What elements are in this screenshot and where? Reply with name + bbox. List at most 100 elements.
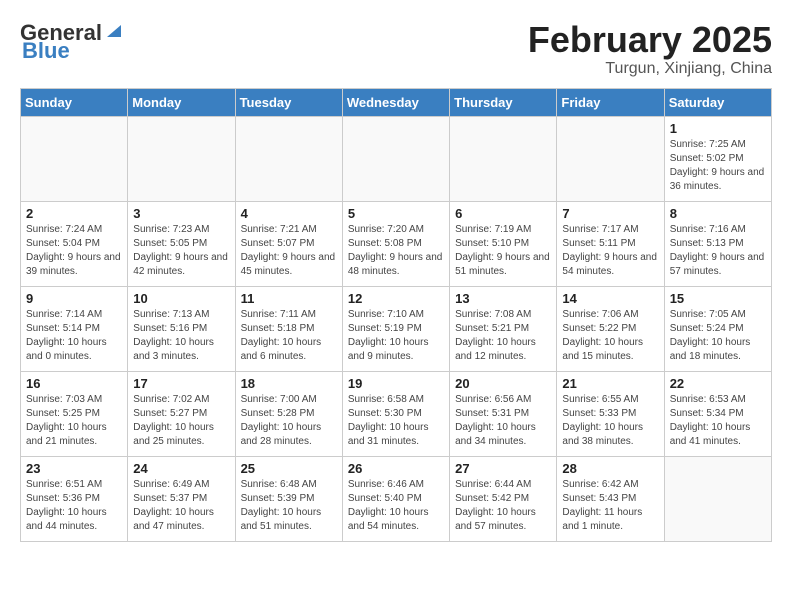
day-info: Sunrise: 6:58 AM Sunset: 5:30 PM Dayligh… [348, 393, 444, 449]
day-number: 3 [133, 206, 229, 221]
calendar-cell: 2 Sunrise: 7:24 AM Sunset: 5:04 PM Daylig… [21, 201, 128, 286]
day-number: 18 [241, 376, 337, 391]
calendar-cell [664, 456, 771, 541]
day-info: Sunrise: 6:56 AM Sunset: 5:31 PM Dayligh… [455, 393, 551, 449]
day-info: Sunrise: 7:25 AM Sunset: 5:02 PM Dayligh… [670, 138, 766, 194]
day-info: Sunrise: 6:42 AM Sunset: 5:43 PM Dayligh… [562, 478, 658, 534]
day-info: Sunrise: 7:10 AM Sunset: 5:19 PM Dayligh… [348, 308, 444, 364]
day-info: Sunrise: 7:23 AM Sunset: 5:05 PM Dayligh… [133, 223, 229, 279]
calendar-cell: 9Sunrise: 7:14 AM Sunset: 5:14 PM Daylig… [21, 286, 128, 371]
day-number: 1 [670, 121, 766, 136]
day-info: Sunrise: 7:21 AM Sunset: 5:07 PM Dayligh… [241, 223, 337, 279]
page-header: General Blue February 2025 Turgun, Xinji… [20, 20, 772, 78]
calendar-cell: 27 Sunrise: 6:44 AM Sunset: 5:42 PM Dayli… [450, 456, 557, 541]
calendar-week-4: 23 Sunrise: 6:51 AM Sunset: 5:36 PM Dayli… [21, 456, 772, 541]
calendar-cell: 28Sunrise: 6:42 AM Sunset: 5:43 PM Dayli… [557, 456, 664, 541]
day-info: Sunrise: 6:53 AM Sunset: 5:34 PM Dayligh… [670, 393, 766, 449]
day-info: Sunrise: 6:44 AM Sunset: 5:42 PM Dayligh… [455, 478, 551, 534]
calendar-cell: 16 Sunrise: 7:03 AM Sunset: 5:25 PM Dayli… [21, 371, 128, 456]
calendar-cell [557, 116, 664, 201]
day-number: 23 [26, 461, 122, 476]
day-number: 20 [455, 376, 551, 391]
calendar-cell: 25Sunrise: 6:48 AM Sunset: 5:39 PM Dayli… [235, 456, 342, 541]
calendar-cell: 14 Sunrise: 7:06 AM Sunset: 5:22 PM Dayli… [557, 286, 664, 371]
day-number: 2 [26, 206, 122, 221]
day-number: 12 [348, 291, 444, 306]
day-info: Sunrise: 7:17 AM Sunset: 5:11 PM Dayligh… [562, 223, 658, 279]
day-info: Sunrise: 6:46 AM Sunset: 5:40 PM Dayligh… [348, 478, 444, 534]
day-number: 26 [348, 461, 444, 476]
calendar-week-0: 1 Sunrise: 7:25 AM Sunset: 5:02 PM Daylig… [21, 116, 772, 201]
day-number: 27 [455, 461, 551, 476]
day-number: 6 [455, 206, 551, 221]
day-info: Sunrise: 6:51 AM Sunset: 5:36 PM Dayligh… [26, 478, 122, 534]
day-info: Sunrise: 7:08 AM Sunset: 5:21 PM Dayligh… [455, 308, 551, 364]
day-info: Sunrise: 7:24 AM Sunset: 5:04 PM Dayligh… [26, 223, 122, 279]
day-number: 16 [26, 376, 122, 391]
weekday-header-monday: Monday [128, 88, 235, 116]
weekday-header-saturday: Saturday [664, 88, 771, 116]
day-info: Sunrise: 7:03 AM Sunset: 5:25 PM Dayligh… [26, 393, 122, 449]
month-title: February 2025 [528, 20, 772, 60]
weekday-header-tuesday: Tuesday [235, 88, 342, 116]
calendar-cell: 11 Sunrise: 7:11 AM Sunset: 5:18 PM Dayli… [235, 286, 342, 371]
calendar-cell [21, 116, 128, 201]
location-title: Turgun, Xinjiang, China [528, 60, 772, 78]
day-number: 10 [133, 291, 229, 306]
calendar-cell: 24 Sunrise: 6:49 AM Sunset: 5:37 PM Dayli… [128, 456, 235, 541]
calendar-cell [128, 116, 235, 201]
day-info: Sunrise: 6:48 AM Sunset: 5:39 PM Dayligh… [241, 478, 337, 534]
calendar-cell: 26 Sunrise: 6:46 AM Sunset: 5:40 PM Dayli… [342, 456, 449, 541]
calendar-cell: 23 Sunrise: 6:51 AM Sunset: 5:36 PM Dayli… [21, 456, 128, 541]
day-number: 21 [562, 376, 658, 391]
calendar-cell: 17 Sunrise: 7:02 AM Sunset: 5:27 PM Dayli… [128, 371, 235, 456]
day-info: Sunrise: 7:11 AM Sunset: 5:18 PM Dayligh… [241, 308, 337, 364]
calendar-cell: 12 Sunrise: 7:10 AM Sunset: 5:19 PM Dayli… [342, 286, 449, 371]
day-number: 19 [348, 376, 444, 391]
day-number: 17 [133, 376, 229, 391]
calendar-cell: 19 Sunrise: 6:58 AM Sunset: 5:30 PM Dayli… [342, 371, 449, 456]
day-number: 22 [670, 376, 766, 391]
calendar-cell: 15 Sunrise: 7:05 AM Sunset: 5:24 PM Dayli… [664, 286, 771, 371]
calendar-cell: 4Sunrise: 7:21 AM Sunset: 5:07 PM Daylig… [235, 201, 342, 286]
day-info: Sunrise: 7:02 AM Sunset: 5:27 PM Dayligh… [133, 393, 229, 449]
day-number: 5 [348, 206, 444, 221]
calendar-cell: 18Sunrise: 7:00 AM Sunset: 5:28 PM Dayli… [235, 371, 342, 456]
day-number: 24 [133, 461, 229, 476]
day-number: 11 [241, 291, 337, 306]
day-info: Sunrise: 7:13 AM Sunset: 5:16 PM Dayligh… [133, 308, 229, 364]
calendar-cell: 10 Sunrise: 7:13 AM Sunset: 5:16 PM Dayli… [128, 286, 235, 371]
day-number: 7 [562, 206, 658, 221]
calendar-cell: 22 Sunrise: 6:53 AM Sunset: 5:34 PM Dayli… [664, 371, 771, 456]
calendar-week-2: 9Sunrise: 7:14 AM Sunset: 5:14 PM Daylig… [21, 286, 772, 371]
calendar-cell: 8Sunrise: 7:16 AM Sunset: 5:13 PM Daylig… [664, 201, 771, 286]
calendar-cell [342, 116, 449, 201]
day-info: Sunrise: 7:20 AM Sunset: 5:08 PM Dayligh… [348, 223, 444, 279]
day-info: Sunrise: 7:14 AM Sunset: 5:14 PM Dayligh… [26, 308, 122, 364]
logo-icon [105, 21, 123, 39]
day-info: Sunrise: 7:05 AM Sunset: 5:24 PM Dayligh… [670, 308, 766, 364]
calendar-week-3: 16 Sunrise: 7:03 AM Sunset: 5:25 PM Dayli… [21, 371, 772, 456]
day-info: Sunrise: 7:19 AM Sunset: 5:10 PM Dayligh… [455, 223, 551, 279]
calendar-cell: 13 Sunrise: 7:08 AM Sunset: 5:21 PM Dayli… [450, 286, 557, 371]
day-number: 13 [455, 291, 551, 306]
weekday-header-thursday: Thursday [450, 88, 557, 116]
calendar-cell: 20 Sunrise: 6:56 AM Sunset: 5:31 PM Dayli… [450, 371, 557, 456]
day-number: 14 [562, 291, 658, 306]
title-block: February 2025 Turgun, Xinjiang, China [528, 20, 772, 78]
weekday-header-wednesday: Wednesday [342, 88, 449, 116]
logo: General Blue [20, 20, 123, 64]
calendar-cell: 1 Sunrise: 7:25 AM Sunset: 5:02 PM Daylig… [664, 116, 771, 201]
day-number: 15 [670, 291, 766, 306]
calendar-cell: 5 Sunrise: 7:20 AM Sunset: 5:08 PM Daylig… [342, 201, 449, 286]
calendar-cell [450, 116, 557, 201]
calendar-table: SundayMondayTuesdayWednesdayThursdayFrid… [20, 88, 772, 542]
calendar-week-1: 2 Sunrise: 7:24 AM Sunset: 5:04 PM Daylig… [21, 201, 772, 286]
weekday-header-sunday: Sunday [21, 88, 128, 116]
logo-blue: Blue [22, 38, 70, 64]
calendar-cell [235, 116, 342, 201]
day-info: Sunrise: 6:55 AM Sunset: 5:33 PM Dayligh… [562, 393, 658, 449]
day-info: Sunrise: 6:49 AM Sunset: 5:37 PM Dayligh… [133, 478, 229, 534]
calendar-cell: 6 Sunrise: 7:19 AM Sunset: 5:10 PM Daylig… [450, 201, 557, 286]
day-info: Sunrise: 7:06 AM Sunset: 5:22 PM Dayligh… [562, 308, 658, 364]
